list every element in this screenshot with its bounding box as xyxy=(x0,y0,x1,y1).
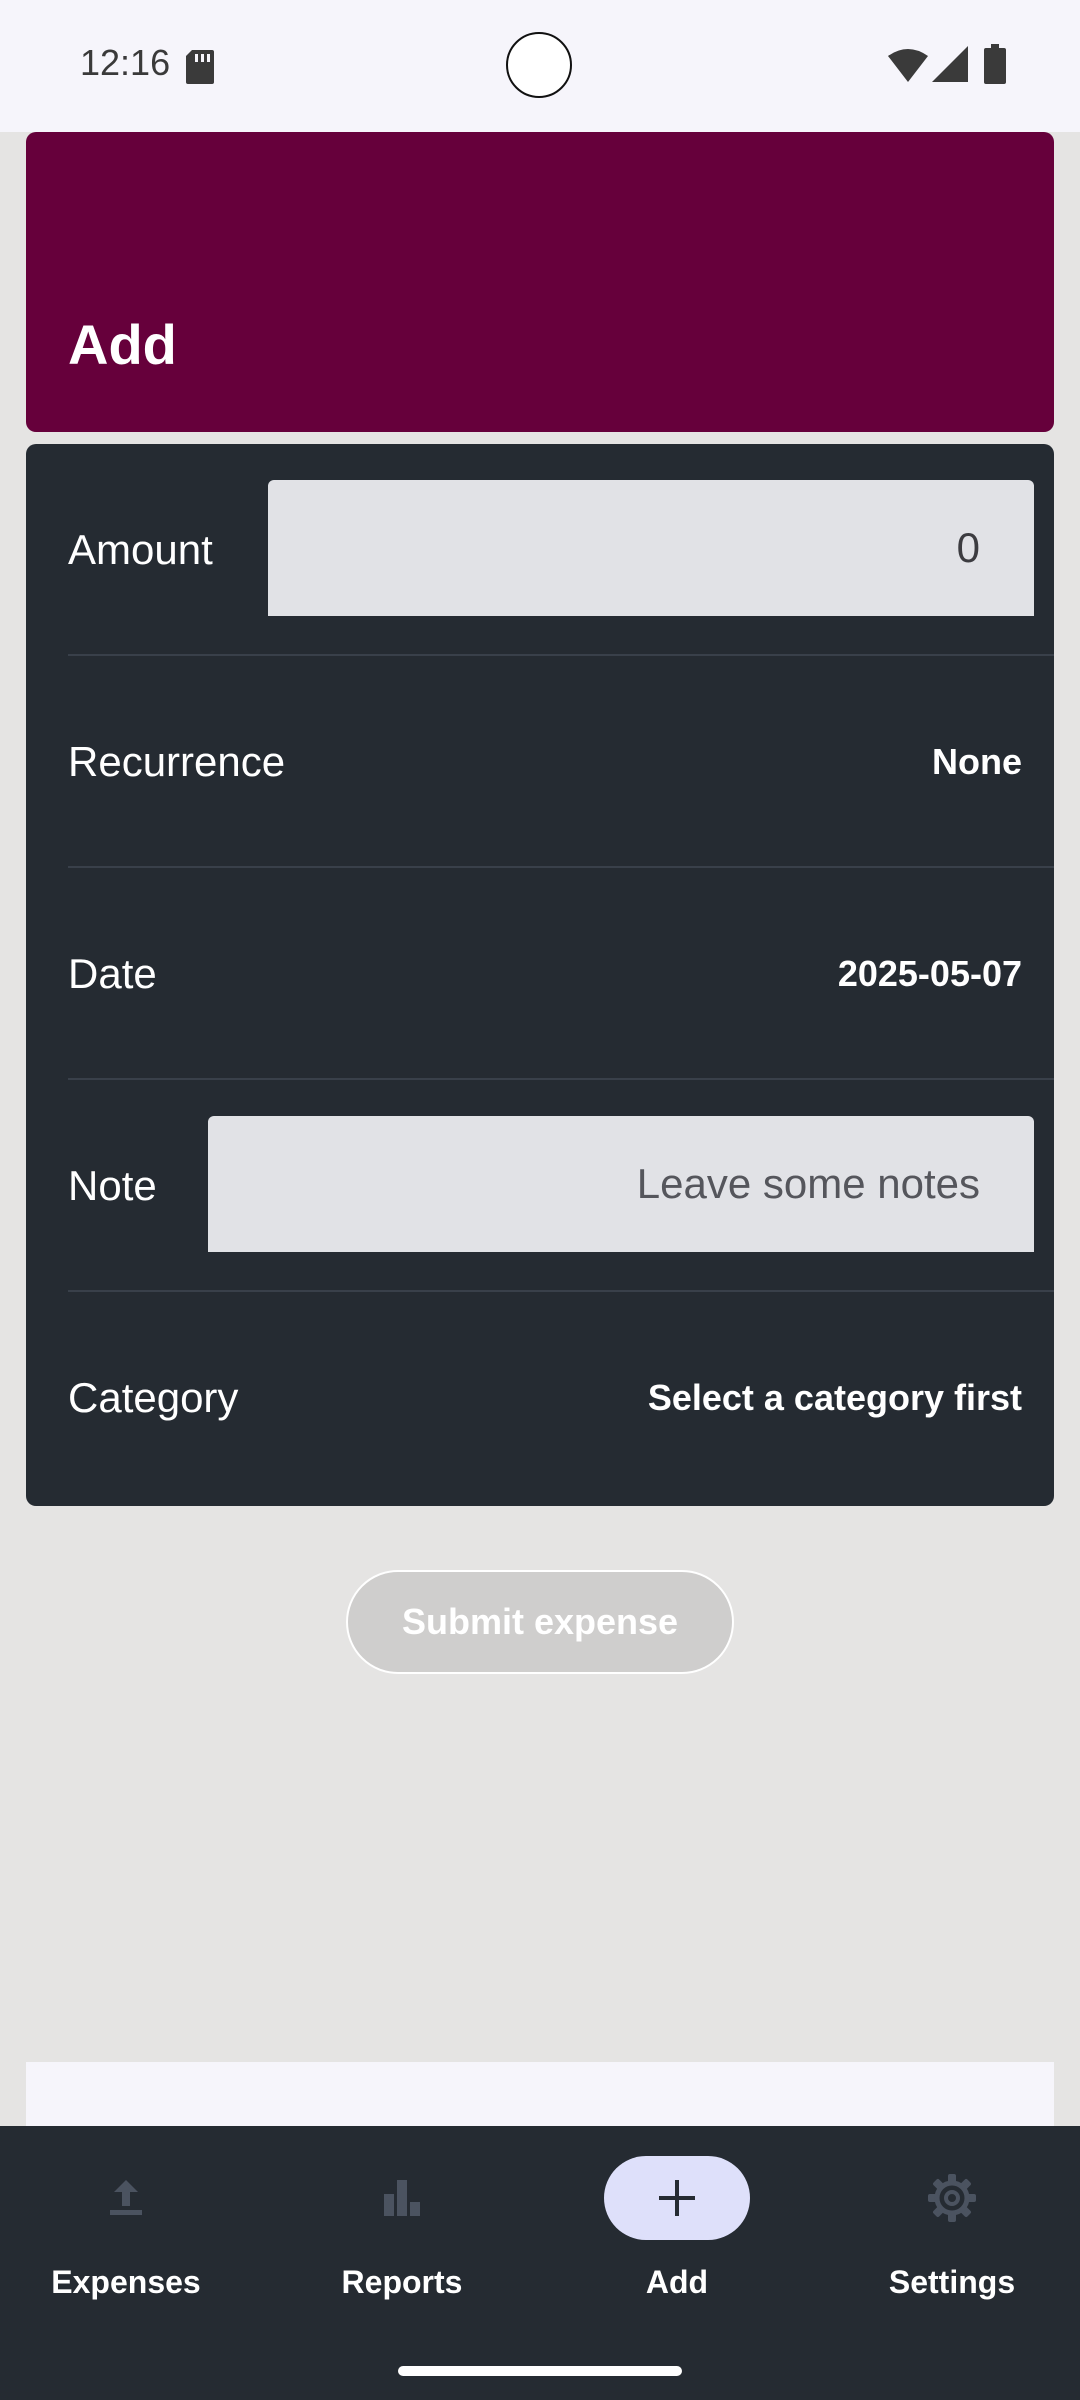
bottom-content-strip xyxy=(26,2062,1054,2126)
status-bar: 12:16 xyxy=(0,0,1080,132)
date-label: Date xyxy=(68,950,157,997)
nav-label-expenses: Expenses xyxy=(51,2264,201,2300)
recurrence-row[interactable]: Recurrence None xyxy=(26,656,1054,868)
recurrence-value[interactable]: None xyxy=(932,741,1022,783)
category-value[interactable]: Select a category first xyxy=(648,1377,1022,1419)
nav-item-reports[interactable]: Reports xyxy=(292,2156,512,2316)
date-row[interactable]: Date 2025-05-07 xyxy=(26,868,1054,1080)
nav-item-settings[interactable]: Settings xyxy=(842,2156,1062,2316)
date-value[interactable]: 2025-05-07 xyxy=(838,953,1022,995)
battery-icon xyxy=(984,44,1006,84)
note-label: Note xyxy=(68,1162,157,1209)
bottom-navigation: Expenses Reports Add Settings xyxy=(0,2126,1080,2400)
status-time: 12:16 xyxy=(80,42,171,83)
nav-item-add[interactable]: Add xyxy=(567,2156,787,2316)
category-row[interactable]: Category Select a category first xyxy=(26,1292,1054,1504)
recurrence-label: Recurrence xyxy=(68,738,286,785)
upload-icon xyxy=(110,2180,142,2215)
nav-label-reports: Reports xyxy=(341,2264,463,2300)
amount-label: Amount xyxy=(68,526,213,573)
amount-row: Amount xyxy=(26,444,1054,656)
sd-card-icon xyxy=(186,50,214,84)
submit-expense-button[interactable]: Submit expense xyxy=(346,1570,734,1674)
gesture-bar[interactable] xyxy=(398,2366,682,2376)
page-title: Add xyxy=(68,313,177,376)
note-input[interactable] xyxy=(208,1116,1034,1252)
nav-item-expenses[interactable]: Expenses xyxy=(16,2156,236,2316)
note-row: Note xyxy=(26,1080,1054,1292)
nav-label-add: Add xyxy=(645,2264,709,2300)
bar-chart-icon xyxy=(384,2180,420,2216)
signal-icon xyxy=(932,46,968,82)
camera-cutout xyxy=(506,32,572,98)
expense-form: Amount Recurrence None Date 2025-05-07 N… xyxy=(26,444,1054,1506)
nav-label-settings: Settings xyxy=(888,2264,1016,2300)
wifi-icon xyxy=(888,49,928,82)
amount-input[interactable] xyxy=(268,480,1034,616)
plus-icon xyxy=(659,2180,695,2216)
gear-icon xyxy=(928,2174,976,2222)
category-label: Category xyxy=(68,1374,239,1421)
header-card: Add xyxy=(26,132,1054,432)
